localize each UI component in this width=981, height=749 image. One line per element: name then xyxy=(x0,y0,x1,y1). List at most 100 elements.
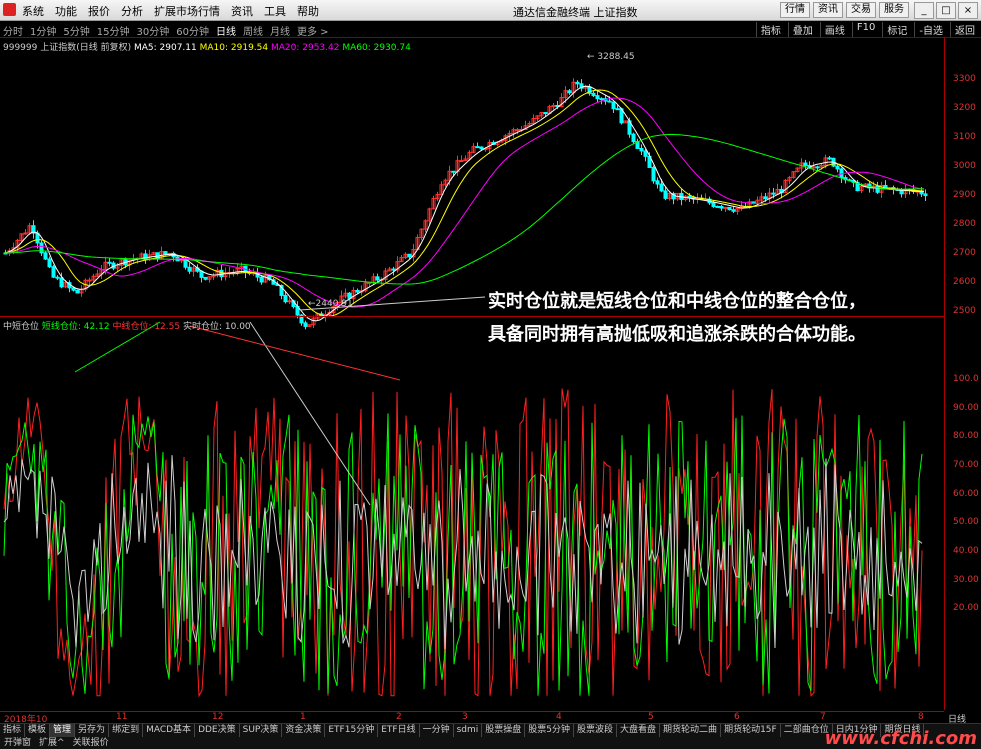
candlestick xyxy=(571,78,576,98)
indicator-tab[interactable]: 绑定到 xyxy=(109,724,144,737)
candlestick xyxy=(187,262,192,274)
candlestick xyxy=(343,288,348,299)
candlestick xyxy=(211,272,216,280)
candlestick xyxy=(311,315,316,328)
price-tick: 2900 xyxy=(953,190,976,200)
candlestick xyxy=(683,195,688,202)
indicator-tab[interactable]: ETF15分钟 xyxy=(325,724,379,737)
candlestick xyxy=(767,187,772,203)
candlestick xyxy=(791,171,796,179)
candlestick xyxy=(215,267,220,278)
indicator-tab[interactable]: SUP决策 xyxy=(240,724,283,737)
candlestick xyxy=(459,155,464,163)
indicator-tick: 20.00 xyxy=(953,603,979,613)
mid-position-label: 中线仓位: 12.55 xyxy=(112,322,181,332)
candlestick xyxy=(631,132,636,145)
candlestick xyxy=(31,220,36,239)
candlestick xyxy=(731,206,736,214)
candlestick xyxy=(639,144,644,155)
ma10-line xyxy=(3,89,925,317)
candlestick xyxy=(95,269,100,278)
candlestick xyxy=(623,120,628,124)
indicator-tab[interactable]: sdmi xyxy=(454,724,483,737)
date-tick: 4 xyxy=(556,712,562,722)
candlestick xyxy=(835,164,840,173)
candlestick xyxy=(583,84,588,92)
price-tick: 2800 xyxy=(953,219,976,229)
ma5-line xyxy=(3,85,925,322)
candlestick xyxy=(207,276,212,283)
candlestick xyxy=(23,229,28,235)
indicator-tab[interactable]: 期货轮动二曲 xyxy=(660,724,722,737)
date-tick: 6 xyxy=(734,712,740,722)
indicator-tab[interactable]: 管理 xyxy=(50,724,76,737)
candlestick xyxy=(795,167,800,173)
candlestick xyxy=(715,205,720,208)
indicator-tick: 90.00 xyxy=(953,403,979,413)
price-axis-line xyxy=(944,38,945,710)
candlestick xyxy=(107,258,112,267)
candlestick xyxy=(55,275,60,281)
candlestick xyxy=(43,251,48,261)
indicator-tab[interactable]: 模板 xyxy=(25,724,51,737)
candlestick xyxy=(423,219,428,233)
indicator-tick: 70.00 xyxy=(953,460,979,470)
candlestick xyxy=(635,138,640,149)
indicator-tick: 50.00 xyxy=(953,517,979,527)
ma20-line xyxy=(3,97,925,308)
indicator-tab[interactable]: 大盘看盘 xyxy=(617,724,661,737)
candlestick xyxy=(727,206,732,211)
indicator-tab[interactable]: 股票操盘 xyxy=(482,724,526,737)
candlestick xyxy=(383,267,388,283)
candlestick xyxy=(419,228,424,241)
candlestick xyxy=(655,177,660,189)
expand-toggle[interactable]: 扩展^ xyxy=(35,737,69,749)
indicator-tick: 60.00 xyxy=(953,489,979,499)
date-tick: 5 xyxy=(648,712,654,722)
candlestick xyxy=(411,243,416,262)
indicator-tab[interactable]: 指标 xyxy=(0,724,26,737)
indicator-tab[interactable]: 股票波段 xyxy=(574,724,618,737)
indicator-tab[interactable]: 股票5分钟 xyxy=(525,724,575,737)
indicator-legend: 中短仓位 短线仓位: 42.12 中线仓位: 12.55 实时仓位: 10.00 xyxy=(3,319,251,332)
candlestick xyxy=(87,277,92,286)
price-tick: 2600 xyxy=(953,277,976,287)
chart-canvas: ← 3288.45←2440.91 xyxy=(3,52,928,698)
linked-quote-toggle[interactable]: 关联报价 xyxy=(69,737,113,749)
candlestick xyxy=(723,206,728,213)
indicator-tick: 100.0 xyxy=(953,374,979,384)
candlestick xyxy=(79,285,84,297)
indicator-tab[interactable]: 资金决策 xyxy=(282,724,326,737)
candlestick xyxy=(439,181,444,196)
indicator-tab[interactable]: 期货轮动15F xyxy=(721,724,781,737)
short-position-label: 短线仓位: 42.12 xyxy=(41,322,110,332)
candlestick xyxy=(203,276,208,281)
candlestick xyxy=(139,252,144,259)
candlestick xyxy=(663,187,668,201)
price-tick: 3200 xyxy=(953,103,976,113)
candlestick xyxy=(923,189,928,201)
candlestick xyxy=(719,204,724,211)
candlestick xyxy=(191,265,196,277)
indicator-tab[interactable]: DDE决策 xyxy=(195,724,240,737)
candlestick xyxy=(435,191,440,202)
candlestick xyxy=(227,266,232,278)
candlestick xyxy=(399,255,404,263)
candlestick xyxy=(539,112,544,119)
candlestick xyxy=(827,155,832,160)
indicator-name: 中短仓位 xyxy=(3,322,40,332)
candlestick xyxy=(67,280,72,293)
watermark: www.cfchi.com xyxy=(824,728,977,749)
candlestick xyxy=(199,270,204,283)
candlestick xyxy=(471,143,476,154)
price-tick: 3300 xyxy=(953,74,976,84)
candlestick xyxy=(551,102,556,110)
popup-toggle[interactable]: 开弹窗 xyxy=(0,737,35,749)
candlestick xyxy=(27,222,32,235)
indicator-tab[interactable]: 另存为 xyxy=(75,724,110,737)
candlestick xyxy=(431,195,436,210)
indicator-tab[interactable]: MACD基本 xyxy=(143,724,196,737)
candlestick xyxy=(839,167,844,184)
indicator-tab[interactable]: ETF日线 xyxy=(378,724,420,737)
indicator-tab[interactable]: 一分钟 xyxy=(420,724,454,737)
